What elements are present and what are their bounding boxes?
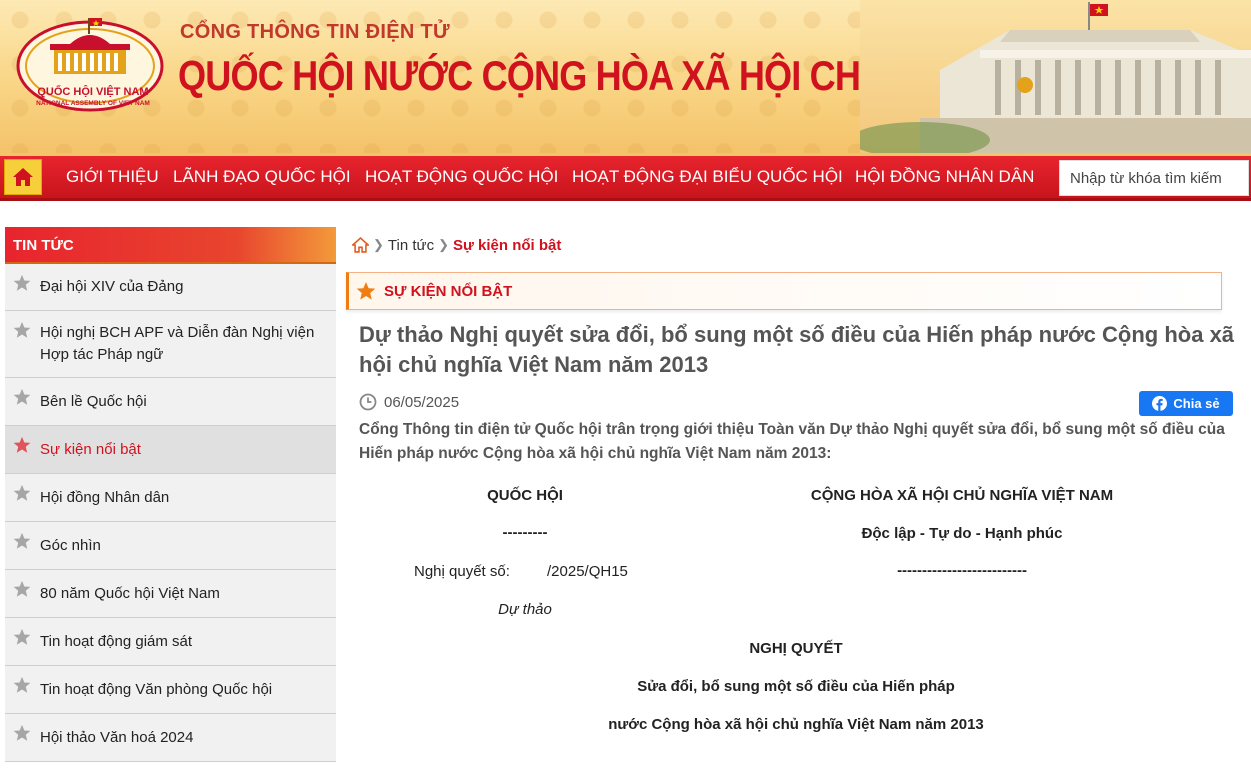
doc-motto-rule: -------------------------- [897,562,1027,579]
sidebar-item-label: 80 năm Quốc hội Việt Nam [40,584,220,602]
parliament-building-image [860,0,1251,153]
section-title[interactable]: SỰ KIỆN NỔI BẬT [384,283,512,300]
emblem-sublabel: NATIONAL ASSEMBLY OF VIET NAM [36,100,150,107]
doc-subheading-2: nước Cộng hòa xã hội chủ nghĩa Việt Nam … [608,716,984,733]
star-icon [13,484,31,501]
nav-item-hoat-dong-qh[interactable]: HOẠT ĐỘNG QUỐC HỘI [365,167,558,187]
sidebar-title: TIN TỨC [5,227,336,264]
article-intro: Cổng Thông tin điện tử Quốc hội trân trọ… [359,421,1225,462]
home-icon[interactable] [352,237,369,253]
chevron-right-icon: ❯ [438,237,449,252]
sidebar-item-label: Hội thảo Văn hoá 2024 [40,728,194,746]
sidebar-item-label: Bên lề Quốc hội [40,392,147,410]
facebook-share-button[interactable]: Chia sẻ [1139,391,1233,416]
nav-item-hoi-dong[interactable]: HỘI ĐỒNG NHÂN DÂN [855,167,1034,187]
home-icon [13,168,33,186]
chevron-right-icon: ❯ [373,237,384,252]
main-nav: GIỚI THIỆU LÃNH ĐẠO QUỐC HỘI HOẠT ĐỘNG Q… [0,153,1251,201]
doc-org-rule: --------- [502,524,548,541]
facebook-icon [1152,396,1168,411]
article-date: 06/05/2025 [359,393,459,411]
sidebar-item-label: Sự kiện nổi bật [40,440,141,458]
sidebar-item-label: Đại hội XIV của Đảng [40,278,184,295]
star-icon [13,580,31,597]
search-input[interactable] [1059,160,1249,196]
star-icon [13,532,31,549]
share-label: Chia sẻ [1173,396,1220,411]
sidebar-item-hoi-thao[interactable]: Hội thảo Văn hoá 2024 [5,714,336,762]
star-icon [13,676,31,693]
sidebar-item-label: Hội nghị BCH APF và Diễn đàn Nghị viện H… [40,324,315,363]
emblem-label: QUỐC HỘI VIỆT NAM [37,86,149,98]
star-icon [13,274,31,291]
nav-item-gioi-thieu[interactable]: GIỚI THIỆU [66,167,159,187]
home-button[interactable] [4,159,42,195]
sidebar-item-label: Góc nhìn [40,536,101,554]
star-icon [356,282,376,300]
sidebar-item-giam-sat[interactable]: Tin hoạt động giám sát [5,618,336,666]
doc-heading: NGHỊ QUYẾT [749,640,843,657]
sidebar-item-ben-le[interactable]: Bên lề Quốc hội [5,378,336,426]
star-icon [13,388,31,405]
article-date-text: 06/05/2025 [384,393,460,411]
doc-motto: Độc lập - Tự do - Hạnh phúc [861,525,1063,542]
sidebar-item-su-kien[interactable]: Sự kiện nổi bật [5,426,336,474]
sidebar-item-label: Hội đồng Nhân dân [40,488,170,506]
article-title: Dự thảo Nghị quyết sửa đổi, bổ sung một … [359,322,1235,377]
sidebar-item-dai-hoi[interactable]: Đại hội XIV của Đảng [5,264,336,311]
sidebar-item-80-nam[interactable]: 80 năm Quốc hội Việt Nam [5,570,336,618]
star-icon [13,628,31,645]
portal-subtitle: CỔNG THÔNG TIN ĐIỆN TỬ [180,21,450,43]
sidebar-item-label: Tin hoạt động giám sát [40,632,193,650]
star-icon [13,436,31,453]
star-icon [13,321,31,338]
clock-icon [359,393,377,411]
doc-draft: Dự thảo [498,601,552,618]
nav-item-hoat-dong-dbqh[interactable]: HOẠT ĐỘNG ĐẠI BIỂU QUỐC HỘI [572,167,843,187]
sidebar-item-label: Tin hoạt động Văn phòng Quốc hội [40,680,273,698]
doc-country: CỘNG HÒA XÃ HỘI CHỦ NGHĨA VIỆT NAM [810,487,1114,504]
doc-resolution-label: Nghị quyết số: [414,563,510,580]
sidebar-item-apf[interactable]: Hội nghị BCH APF và Diễn đàn Nghị viện H… [5,311,336,378]
sidebar-item-van-phong[interactable]: Tin hoạt động Văn phòng Quốc hội [5,666,336,714]
breadcrumb-news-link[interactable]: Tin tức [388,237,434,254]
breadcrumb: ❯ Tin tức ❯ Sự kiện nổi bật [352,234,561,256]
sidebar-item-hoi-dong[interactable]: Hội đồng Nhân dân [5,474,336,522]
doc-org: QUỐC HỘI [487,487,563,504]
breadcrumb-current[interactable]: Sự kiện nổi bật [453,237,561,254]
star-icon [13,724,31,741]
header-banner: QUỐC HỘI VIỆT NAM NATIONAL ASSEMBLY OF V… [0,0,1251,153]
doc-subheading-1: Sửa đổi, bổ sung một số điều của Hiến ph… [637,678,955,695]
section-header: SỰ KIỆN NỔI BẬT [346,272,1222,310]
sidebar-item-goc-nhin[interactable]: Góc nhìn [5,522,336,570]
doc-resolution-no: /2025/QH15 [547,563,628,580]
nav-item-lanh-dao[interactable]: LÃNH ĐẠO QUỐC HỘI [173,167,351,187]
sidebar: TIN TỨC Đại hội XIV của Đảng Hội nghị BC… [5,227,336,762]
